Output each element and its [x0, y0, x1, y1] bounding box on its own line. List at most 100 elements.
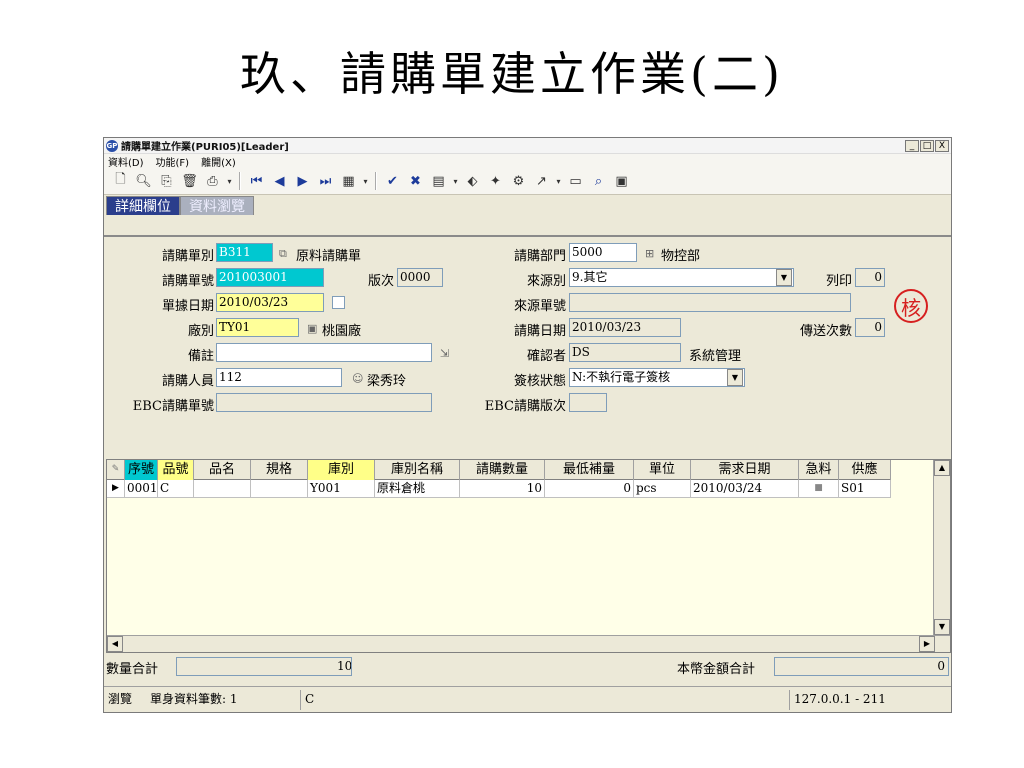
- first-icon[interactable]: ⏮: [246, 171, 267, 191]
- table-cell[interactable]: 10: [460, 480, 545, 498]
- vertical-scrollbar[interactable]: ▲ ▼: [933, 460, 950, 635]
- dept-desc: 物控部: [661, 249, 701, 264]
- current-row-icon: ▶: [107, 480, 125, 498]
- ebc-no-field: [216, 393, 432, 412]
- table-cell[interactable]: 2010/03/24: [691, 480, 799, 498]
- approved-stamp-icon: 核: [894, 289, 928, 323]
- folder-icon[interactable]: ▭: [565, 171, 586, 191]
- tools-icon[interactable]: ▤: [428, 171, 449, 191]
- table-cell[interactable]: 0001: [125, 480, 158, 498]
- sign-status-dropdown-icon[interactable]: ▼: [727, 369, 743, 386]
- chart-icon[interactable]: ↗: [531, 171, 552, 191]
- amount-total-label: 本幣金額合計: [677, 662, 756, 677]
- plant-lookup-icon[interactable]: ▣: [307, 322, 317, 335]
- doc-date-field[interactable]: 2010/03/23: [216, 293, 324, 312]
- source-dropdown-icon[interactable]: ▼: [776, 269, 792, 286]
- filter-icon[interactable]: ⚙: [508, 171, 529, 191]
- doc-date-checkbox[interactable]: [332, 296, 345, 309]
- row-indicator-header: ✎: [107, 460, 125, 480]
- column-header[interactable]: 規格: [251, 460, 308, 480]
- copy-icon[interactable]: ⎘: [156, 171, 177, 191]
- urgent-checkbox[interactable]: ■: [799, 480, 839, 498]
- requester-field[interactable]: 112: [216, 368, 342, 387]
- close-button[interactable]: X: [935, 139, 949, 152]
- last-icon[interactable]: ⏭: [315, 171, 336, 191]
- remark-label: 備註: [187, 349, 214, 364]
- tab-detail[interactable]: 詳細欄位: [106, 196, 180, 215]
- delete-icon[interactable]: 🗑︎: [179, 171, 200, 191]
- grid-header: ✎ 序號 品號 品名 規格 庫別 庫別名稱 請購數量 最低補量 單位 需求日期 …: [107, 460, 891, 480]
- req-type-label: 請購單別: [161, 249, 214, 264]
- dept-field[interactable]: 5000: [569, 243, 637, 262]
- ebc-no-label: EBC請購單號: [132, 399, 214, 414]
- doc-date-label: 單據日期: [161, 299, 214, 314]
- prev-icon[interactable]: ◀: [269, 171, 290, 191]
- person-icon: ☺: [352, 372, 364, 385]
- app-window: GP 請購單建立作業(PURI05)[Leader] _ □ X 資料(D) 功…: [103, 137, 952, 713]
- link-icon: ⧉: [279, 247, 287, 260]
- req-date-field: 2010/03/23: [569, 318, 681, 337]
- cancel-icon[interactable]: ✖: [405, 171, 426, 191]
- remark-expand-icon[interactable]: ⇲: [440, 347, 449, 360]
- scroll-down-icon[interactable]: ▼: [934, 619, 950, 635]
- confirm-icon[interactable]: ✔: [382, 171, 403, 191]
- print-dropdown-icon[interactable]: ▾: [225, 171, 234, 191]
- column-header[interactable]: 品名: [194, 460, 251, 480]
- menu-function[interactable]: 功能(F): [156, 154, 190, 169]
- search-icon[interactable]: ⌕: [588, 171, 609, 191]
- table-cell[interactable]: 原料倉桃: [375, 480, 460, 498]
- preview-icon[interactable]: 🔍︎: [133, 171, 154, 191]
- req-date-label: 請購日期: [513, 324, 566, 339]
- column-header[interactable]: 急料: [799, 460, 839, 480]
- chart-dropdown-icon[interactable]: ▾: [554, 171, 563, 191]
- attach-icon[interactable]: ⬖: [462, 171, 483, 191]
- source-select[interactable]: 9.其它: [569, 268, 794, 287]
- column-header[interactable]: 庫別: [308, 460, 375, 480]
- confirmer-label: 確認者: [526, 349, 566, 364]
- scroll-up-icon[interactable]: ▲: [934, 460, 950, 476]
- print-field: 0: [855, 268, 885, 287]
- column-header[interactable]: 序號: [125, 460, 158, 480]
- send-count-label: 傳送次數: [799, 324, 852, 339]
- app-icon: GP: [106, 139, 118, 152]
- clipboard-icon[interactable]: ▣: [611, 171, 632, 191]
- approve-icon[interactable]: ✦: [485, 171, 506, 191]
- requester-label: 請購人員: [161, 374, 214, 389]
- table-cell[interactable]: pcs: [634, 480, 691, 498]
- horizontal-scrollbar[interactable]: ◀ ▶: [107, 635, 950, 652]
- next-icon[interactable]: ▶: [292, 171, 313, 191]
- table-cell[interactable]: 0: [545, 480, 634, 498]
- minimize-button[interactable]: _: [905, 139, 919, 152]
- column-header[interactable]: 請購數量: [460, 460, 545, 480]
- tab-browse[interactable]: 資料瀏覽: [180, 196, 254, 215]
- print-icon[interactable]: ⎙: [202, 171, 223, 191]
- scroll-left-icon[interactable]: ◀: [107, 636, 123, 652]
- table-cell[interactable]: S01: [839, 480, 891, 498]
- menu-exit[interactable]: 離開(X): [201, 154, 236, 169]
- table-cell[interactable]: [194, 480, 251, 498]
- table-cell[interactable]: Y001: [308, 480, 375, 498]
- menu-data[interactable]: 資料(D): [108, 154, 144, 169]
- sign-status-select[interactable]: N:不執行電子簽核: [569, 368, 745, 387]
- remark-field[interactable]: [216, 343, 432, 362]
- view-icon[interactable]: ▦: [338, 171, 359, 191]
- plant-label: 廠別: [187, 324, 214, 339]
- column-header[interactable]: 品號: [158, 460, 194, 480]
- scroll-right-icon[interactable]: ▶: [919, 636, 935, 652]
- qty-total-value: 10: [337, 659, 352, 673]
- new-icon[interactable]: 🗋: [110, 171, 131, 191]
- maximize-button[interactable]: □: [920, 139, 934, 152]
- req-no-field[interactable]: 201003001: [216, 268, 324, 287]
- view-dropdown-icon[interactable]: ▾: [361, 171, 370, 191]
- plant-field[interactable]: TY01: [216, 318, 299, 337]
- table-row[interactable]: ▶ 0001 C Y001 原料倉桃 10 0 pcs 2010/03/24 ■…: [107, 480, 891, 498]
- table-cell[interactable]: C: [158, 480, 194, 498]
- column-header[interactable]: 庫別名稱: [375, 460, 460, 480]
- req-type-field[interactable]: B311: [216, 243, 273, 262]
- column-header[interactable]: 供應: [839, 460, 891, 480]
- tools-dropdown-icon[interactable]: ▾: [451, 171, 460, 191]
- column-header[interactable]: 單位: [634, 460, 691, 480]
- table-cell[interactable]: [251, 480, 308, 498]
- column-header[interactable]: 最低補量: [545, 460, 634, 480]
- column-header[interactable]: 需求日期: [691, 460, 799, 480]
